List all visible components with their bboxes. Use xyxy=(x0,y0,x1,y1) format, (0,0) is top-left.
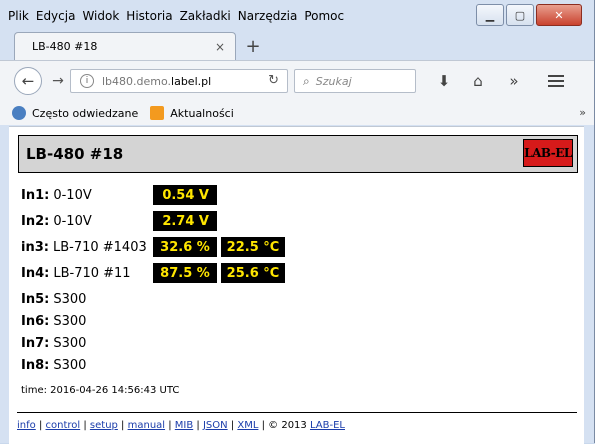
page-content: LB-480 #18 LAB-EL In1: 0-10V 0.54 V In2:… xyxy=(9,126,584,444)
minimize-icon: ▁ xyxy=(485,8,495,22)
input-row: In5: S300 xyxy=(21,289,521,309)
menu-item-historia[interactable]: Historia xyxy=(126,9,172,23)
page-scrollbar[interactable] xyxy=(584,126,593,443)
url-bar[interactable]: i lb480.demo. label.pl ↻ xyxy=(70,69,288,93)
link-manual[interactable]: manual xyxy=(128,420,165,431)
url-domain: label.pl xyxy=(171,74,212,88)
input-label: In8: xyxy=(21,357,50,373)
close-window-button[interactable]: ✕ xyxy=(536,4,582,26)
reload-icon[interactable]: ↻ xyxy=(268,73,279,88)
forward-button[interactable]: → xyxy=(48,71,68,91)
tab-strip: LB-480 #18 × + xyxy=(0,32,595,60)
bookmark-news[interactable]: Aktualności xyxy=(150,106,234,120)
close-icon: ✕ xyxy=(554,8,564,22)
url-host: lb480.demo. xyxy=(102,74,172,88)
input-row: In7: S300 xyxy=(21,333,521,353)
value-humidity: 32.6 % xyxy=(153,237,217,257)
input-label: In7: xyxy=(21,335,50,351)
menu-item-pomoc[interactable]: Pomoc xyxy=(304,9,344,23)
footer-nav: info | control | setup | manual | MIB | … xyxy=(17,420,345,431)
input-row: In1: 0-10V 0.54 V xyxy=(21,185,521,205)
bookmarks-overflow-icon[interactable]: » xyxy=(579,106,586,119)
input-label: In4: xyxy=(21,265,50,281)
input-type: S300 xyxy=(53,313,87,329)
value-humidity: 87.5 % xyxy=(153,263,217,283)
navigation-toolbar: ← → i lb480.demo. label.pl ↻ ⌕ Szukaj ⬇ ⌂… xyxy=(0,60,594,101)
search-placeholder: Szukaj xyxy=(315,74,352,88)
input-type: S300 xyxy=(53,291,87,307)
input-label: in3: xyxy=(21,239,49,255)
input-label: In2: xyxy=(21,213,50,229)
minimize-button[interactable]: ▁ xyxy=(476,4,504,26)
footer-divider xyxy=(17,412,577,413)
copyright: © 2013 xyxy=(268,420,307,431)
input-row: In8: S300 xyxy=(21,355,521,375)
bookmark-label: Aktualności xyxy=(170,106,234,120)
input-row: in3: LB-710 #1403 32.6 % 22.5 °C xyxy=(21,237,521,257)
link-mib[interactable]: MIB xyxy=(175,420,193,431)
lab-el-logo: LAB-EL xyxy=(523,139,573,167)
bookmark-most-visited[interactable]: Często odwiedzane xyxy=(12,106,138,120)
back-arrow-icon: ← xyxy=(21,72,35,90)
overflow-button[interactable]: » xyxy=(504,71,524,91)
menu-item-zakladki[interactable]: Zakładki xyxy=(180,9,231,23)
input-type: LB-710 #1403 xyxy=(52,239,147,255)
menu-bar: Plik Edycja Widok Historia Zakładki Narz… xyxy=(0,0,488,32)
browser-window: Plik Edycja Widok Historia Zakładki Narz… xyxy=(0,0,595,444)
value-primary: 2.74 V xyxy=(153,211,217,231)
search-input[interactable]: ⌕ Szukaj xyxy=(294,69,416,93)
input-row: In2: 0-10V 2.74 V xyxy=(21,211,521,231)
tab-lb480[interactable]: LB-480 #18 × xyxy=(14,32,236,60)
globe-icon xyxy=(12,106,26,120)
input-label: In1: xyxy=(21,187,50,203)
input-type: 0-10V xyxy=(53,187,92,203)
input-row: In6: S300 xyxy=(21,311,521,331)
home-icon: ⌂ xyxy=(473,72,483,90)
hamburger-menu-icon[interactable] xyxy=(546,71,566,91)
forward-arrow-icon: → xyxy=(52,73,64,89)
download-icon: ⬇ xyxy=(437,72,451,90)
home-button[interactable]: ⌂ xyxy=(468,71,488,91)
link-setup[interactable]: setup xyxy=(90,420,118,431)
link-lab-el[interactable]: LAB-EL xyxy=(310,420,345,431)
tab-close-icon[interactable]: × xyxy=(215,40,225,54)
page-title: LB-480 #18 xyxy=(26,145,124,163)
bookmarks-bar: Często odwiedzane Aktualności » xyxy=(0,101,594,125)
new-tab-button[interactable]: + xyxy=(244,36,262,57)
input-type: 0-10V xyxy=(53,213,92,229)
input-type: S300 xyxy=(53,335,87,351)
maximize-icon: ▢ xyxy=(514,8,526,22)
menu-item-edycja[interactable]: Edycja xyxy=(36,9,76,23)
value-temperature: 22.5 °C xyxy=(221,237,285,257)
link-info[interactable]: info xyxy=(17,420,36,431)
page-header: LB-480 #18 LAB-EL xyxy=(18,135,578,173)
menu-item-narzedzia[interactable]: Narzędzia xyxy=(238,9,298,23)
download-button[interactable]: ⬇ xyxy=(434,71,454,91)
tab-title: LB-480 #18 xyxy=(32,40,98,53)
input-row: In4: LB-710 #11 87.5 % 25.6 °C xyxy=(21,263,521,283)
link-json[interactable]: JSON xyxy=(203,420,228,431)
link-control[interactable]: control xyxy=(46,420,81,431)
back-button[interactable]: ← xyxy=(14,67,42,95)
search-icon: ⌕ xyxy=(303,73,310,88)
input-type: S300 xyxy=(53,357,87,373)
input-label: In5: xyxy=(21,291,50,307)
bookmark-label: Często odwiedzane xyxy=(32,106,139,120)
menu-item-widok[interactable]: Widok xyxy=(82,9,119,23)
chevrons-icon: » xyxy=(509,72,519,90)
rss-icon xyxy=(150,106,165,120)
menu-item-plik[interactable]: Plik xyxy=(8,9,29,23)
value-primary: 0.54 V xyxy=(153,185,217,205)
window-controls: ▁ ▢ ✕ xyxy=(476,4,582,26)
maximize-button[interactable]: ▢ xyxy=(506,4,534,26)
link-xml[interactable]: XML xyxy=(237,420,258,431)
site-info-icon[interactable]: i xyxy=(80,74,94,88)
input-label: In6: xyxy=(21,313,50,329)
value-temperature: 25.6 °C xyxy=(221,263,285,283)
input-type: LB-710 #11 xyxy=(53,265,131,281)
timestamp: time: 2016-04-26 14:56:43 UTC xyxy=(21,385,180,396)
